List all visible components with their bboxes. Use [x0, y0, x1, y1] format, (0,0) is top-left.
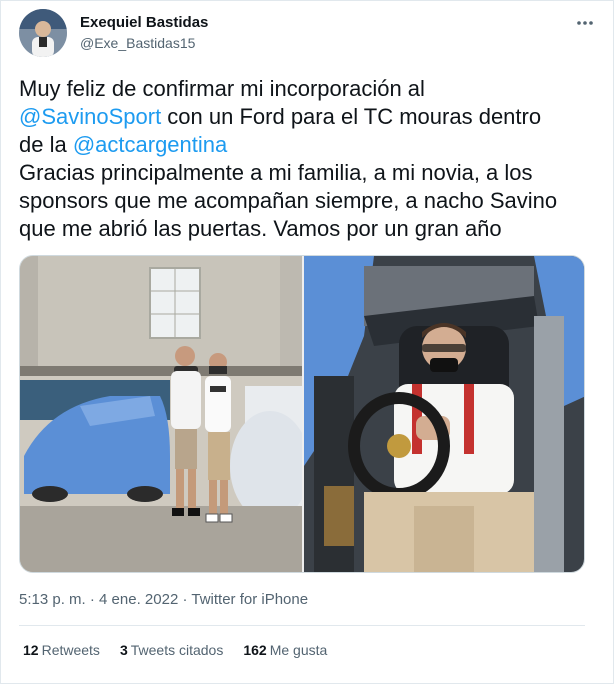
- photo-garage-car[interactable]: [20, 256, 302, 572]
- likes-label: Me gusta: [269, 642, 328, 658]
- retweets-label: Retweets: [41, 642, 100, 658]
- tweet-text-line-2: @SavinoSport con un Ford para el TC mour…: [19, 103, 599, 131]
- tweet-text-line-4: Gracias principalmente a mi familia, a m…: [19, 160, 533, 185]
- tweet-text-line-6: que me abrió las puertas. Vamos por un g…: [19, 216, 502, 241]
- divider: [19, 625, 585, 626]
- tweet-text-line-3: de la @actcargentina: [19, 131, 599, 159]
- tweet-text-line-2-rest: con un Ford para el TC mouras dentro: [161, 104, 542, 129]
- likes-count: 162: [243, 642, 267, 658]
- tweet-meta: 5:13 p. m. · 4 ene. 2022 · Twitter for i…: [19, 591, 308, 608]
- likes-stat[interactable]: 162 Me gusta: [243, 642, 327, 658]
- tweet-card: Exequiel Bastidas @Exe_Bastidas15 Muy fe…: [0, 0, 614, 684]
- tweet-text-line-3-start: de la: [19, 132, 73, 157]
- meta-separator: ·: [85, 591, 100, 608]
- tweet-text-line-5: sponsors que me acompañan siempre, a nac…: [19, 188, 558, 213]
- quote-tweets-label: Tweets citados: [130, 642, 224, 658]
- retweets-count: 12: [23, 642, 39, 658]
- tweet-date[interactable]: 4 ene. 2022: [99, 591, 178, 608]
- tweet-source-link[interactable]: Twitter for iPhone: [191, 591, 308, 608]
- avatar-image: [19, 9, 67, 57]
- retweets-stat[interactable]: 12 Retweets: [23, 642, 100, 658]
- tweet-stats: 12 Retweets 3 Tweets citados 162 Me gusta: [23, 642, 347, 658]
- tweet-media: [19, 255, 585, 573]
- mention-actcargentina-link[interactable]: @actcargentina: [73, 132, 227, 157]
- quote-tweets-stat[interactable]: 3 Tweets citados: [120, 642, 223, 658]
- avatar[interactable]: [19, 9, 67, 57]
- tweet-header: Exequiel Bastidas @Exe_Bastidas15: [19, 9, 599, 59]
- more-horizontal-icon: [577, 21, 593, 25]
- quote-tweets-count: 3: [119, 642, 128, 658]
- photo-garage-car-image: [20, 256, 302, 572]
- tweet-time[interactable]: 5:13 p. m.: [19, 591, 86, 608]
- more-options-button[interactable]: [573, 13, 597, 33]
- photo-driver-in-car[interactable]: [304, 256, 584, 572]
- author-handle[interactable]: @Exe_Bastidas15: [80, 35, 195, 51]
- author-name[interactable]: Exequiel Bastidas: [80, 14, 208, 31]
- meta-separator: ·: [178, 591, 192, 608]
- photo-driver-in-car-image: [304, 256, 584, 572]
- tweet-text: Muy feliz de confirmar mi incorporación …: [19, 75, 599, 243]
- mention-savinosport-link[interactable]: @SavinoSport: [19, 104, 161, 129]
- tweet-text-line-1: Muy feliz de confirmar mi incorporación …: [19, 76, 425, 101]
